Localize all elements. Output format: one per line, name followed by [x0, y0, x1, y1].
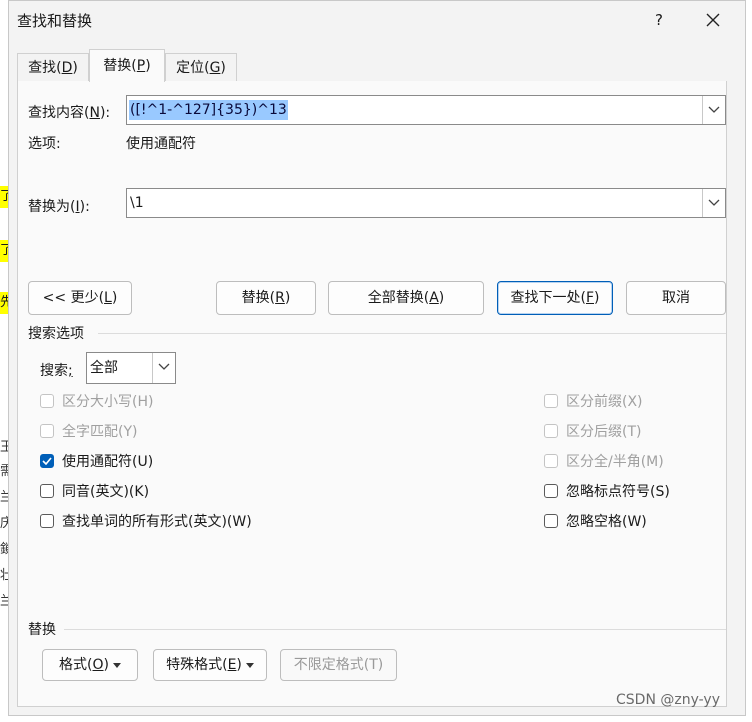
chevron-down-icon: [158, 363, 170, 370]
bg-highlight-text: 了: [0, 240, 8, 262]
bg-text: 王: [0, 440, 8, 455]
checkbox-label: 区分全/半角(M): [566, 454, 664, 470]
special-format-button[interactable]: 特殊格式(E): [153, 649, 267, 681]
replace-all-button[interactable]: 全部替换(A): [328, 281, 484, 315]
find-what-label: 查找内容(N):: [28, 105, 111, 121]
bg-text: 兰: [0, 490, 8, 505]
checkbox-label: 区分后缀(T): [566, 424, 642, 440]
bg-text: 需: [0, 464, 8, 479]
find-what-input[interactable]: ([!^1-^127]{35})^13: [129, 100, 288, 120]
checkbox-label: 区分大小写(H): [62, 394, 154, 410]
checkbox-label: 区分前缀(X): [566, 394, 643, 410]
cancel-button[interactable]: 取消: [626, 281, 726, 315]
tab-accesskey: D: [61, 60, 73, 76]
search-direction-label: 搜索;: [40, 363, 73, 379]
tab-find[interactable]: 查找(D): [17, 53, 89, 81]
checkbox-box: [544, 454, 558, 468]
close-button[interactable]: [699, 5, 729, 35]
tab-label-end: ): [145, 58, 151, 74]
dropdown-arrow-icon: [112, 662, 121, 668]
close-icon: [706, 13, 720, 27]
replace-with-input[interactable]: \1: [129, 193, 145, 213]
no-formatting-button[interactable]: 不限定格式(T): [280, 649, 397, 681]
tab-label-end: ): [72, 60, 78, 76]
find-next-button[interactable]: 查找下一处(F): [497, 281, 613, 315]
checkbox-box: [544, 484, 558, 498]
tab-label-end: ): [220, 60, 226, 76]
bg-highlight-text: 了: [0, 186, 8, 208]
options-value: 使用通配符: [126, 136, 196, 152]
chevron-down-icon: [708, 106, 720, 113]
dialog-title: 查找和替换: [17, 12, 93, 30]
chevron-down-icon: [708, 199, 720, 206]
tab-label: 定位(: [176, 60, 210, 76]
find-replace-dialog: 查找和替换 ? 查找(D) 替换(P) 定位(G) 查找内容(N): ([!^1…: [8, 0, 746, 716]
replace-dropdown-button[interactable]: [702, 189, 725, 217]
checkbox-box: [40, 484, 54, 498]
checkbox-label: 同音(英文)(K): [62, 484, 150, 500]
search-direction-value: 全部: [90, 360, 118, 376]
checkbox-box: [40, 454, 54, 468]
checkbox-box: [544, 514, 558, 528]
watermark: CSDN @zny-yy: [616, 692, 721, 708]
bg-text: 庆: [0, 516, 8, 531]
format-button[interactable]: 格式(O): [42, 649, 138, 681]
dropdown-arrow-icon: [245, 662, 254, 668]
less-button[interactable]: << 更少(L): [28, 281, 132, 315]
replace-section-heading: 替换: [28, 622, 56, 638]
title-bar[interactable]: 查找和替换 ?: [9, 1, 745, 41]
bg-text: 兰: [0, 594, 8, 609]
checkbox-label: 忽略空格(W): [566, 514, 647, 530]
replace-section-divider: [64, 629, 726, 630]
checkbox-label: 全字匹配(Y): [62, 424, 138, 440]
search-direction-dropdown[interactable]: [152, 353, 175, 383]
find-what-combo[interactable]: ([!^1-^127]{35})^13: [126, 95, 726, 125]
bg-text: 壮: [0, 568, 8, 583]
checkbox-label: 使用通配符(U): [62, 454, 154, 470]
tab-goto[interactable]: 定位(G): [165, 53, 237, 81]
search-direction-select[interactable]: 全部: [86, 352, 176, 384]
bg-highlight-text: 先: [0, 292, 8, 314]
replace-with-label: 替换为(I):: [28, 199, 90, 215]
replace-panel: 查找内容(N): ([!^1-^127]{35})^13 选项: 使用通配符 替…: [17, 81, 727, 707]
checkbox-box: [40, 424, 54, 438]
find-dropdown-button[interactable]: [702, 96, 725, 124]
checkbox-label: 忽略标点符号(S): [566, 484, 670, 500]
tab-label: 查找(: [28, 60, 62, 76]
help-button[interactable]: ?: [645, 5, 673, 35]
checkbox-label: 查找单词的所有形式(英文)(W): [62, 514, 252, 530]
replace-button[interactable]: 替换(R): [216, 281, 316, 315]
tab-label: 替换(: [103, 58, 137, 74]
search-options-heading: 搜索选项: [28, 326, 84, 342]
checkbox-box: [544, 424, 558, 438]
replace-with-combo[interactable]: \1: [126, 188, 726, 218]
search-options-divider: [98, 333, 726, 334]
checkbox-box: [40, 514, 54, 528]
checkbox-box: [544, 394, 558, 408]
checkmark-icon: [42, 457, 52, 465]
tab-accesskey: G: [209, 60, 221, 76]
options-label: 选项:: [28, 136, 61, 152]
tab-replace[interactable]: 替换(P): [89, 49, 165, 82]
checkbox-box: [40, 394, 54, 408]
bg-text: 鎖: [0, 542, 8, 557]
tab-accesskey: P: [136, 58, 146, 74]
